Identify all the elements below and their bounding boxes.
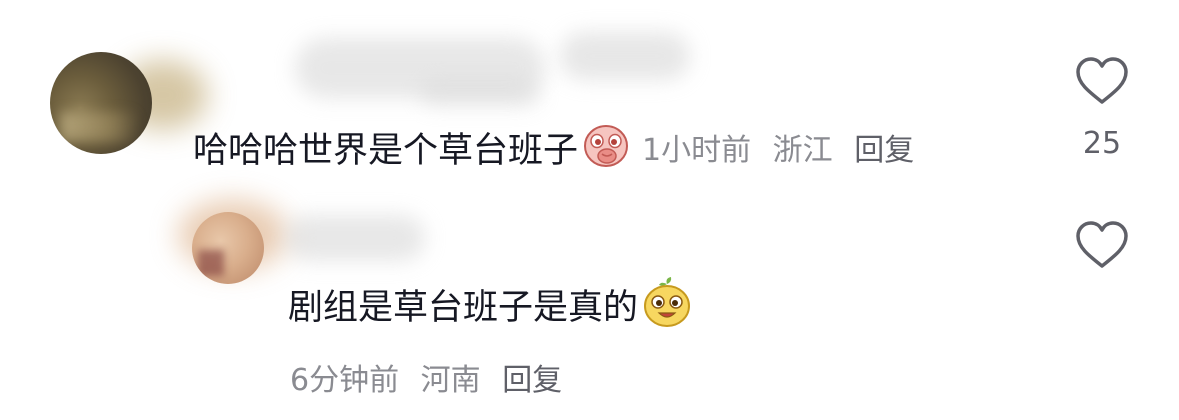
comment-meta: 1小时前 浙江 回复 [642, 125, 926, 169]
comment-time: 6分钟前 [290, 363, 400, 398]
comment-location: 河南 [420, 363, 481, 398]
username-blurred [285, 215, 425, 261]
comment-time: 1小时前 [642, 133, 752, 168]
comment-location: 浙江 [772, 133, 833, 168]
username-blurred [420, 80, 540, 106]
comment-item: 剧组是草台班子是真的 [288, 276, 692, 332]
comment-text: 哈哈哈世界是个草台班子 [193, 130, 579, 171]
avatar[interactable] [192, 212, 264, 284]
comment-meta: 6分钟前 河南 回复 [290, 355, 574, 399]
comment-text: 剧组是草台班子是真的 [288, 287, 639, 328]
reply-button[interactable]: 回复 [502, 363, 562, 398]
smirk-pig-emoji [582, 121, 630, 173]
like-button[interactable] [1074, 220, 1130, 270]
grinning-sprout-emoji [642, 276, 692, 332]
reply-button[interactable]: 回复 [854, 133, 914, 168]
like-count: 25 [1082, 126, 1122, 161]
username-blurred [560, 32, 690, 80]
heart-outline-icon [1076, 57, 1128, 104]
comment-item: 哈哈哈世界是个草台班子 1小时前 浙江 回复 [193, 122, 926, 172]
like-button[interactable] [1074, 56, 1130, 106]
heart-outline-icon [1076, 221, 1128, 268]
avatar[interactable] [50, 52, 152, 154]
comment-list: 哈哈哈世界是个草台班子 1小时前 浙江 回复 25 剧组是草台班子是真的 6分钟… [0, 0, 1179, 420]
